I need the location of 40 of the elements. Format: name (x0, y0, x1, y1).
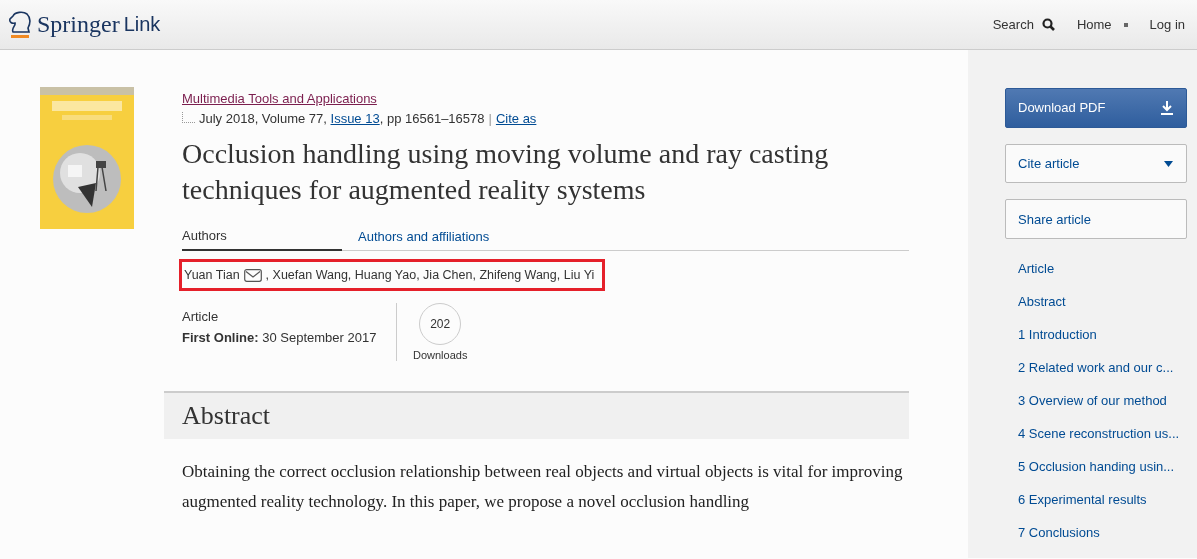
download-icon (1161, 100, 1173, 116)
nav-link[interactable]: Home (1076, 17, 1112, 32)
share-button[interactable]: Share article (1005, 199, 1187, 239)
dropdown-button[interactable]: Cite article (1005, 143, 1187, 184)
toc-link[interactable]: 3 Overview of our method (1018, 393, 1167, 408)
issue-link[interactable]: Issue 13 (330, 111, 380, 126)
nav-separator (1123, 22, 1128, 27)
toc-link[interactable]: 6 Experimental results (1018, 492, 1147, 507)
download-pdf-button[interactable]: Download PDF (1005, 88, 1187, 128)
toc-link[interactable]: 4 Scene reconstruction us... (1018, 426, 1180, 441)
journal-link[interactable]: Multimedia Tools and Applications (182, 91, 377, 106)
separator: | (488, 111, 492, 126)
article-title: Occlusion handling using moving volume and ray casting techniques for augmented reality systems (182, 137, 830, 207)
abstract-text: Obtaining the correct occlusion relationship between real objects and virtual objects is vital for improving augmented reality technology. In this paper, we propose a novel occlusion handling (182, 461, 904, 513)
cite-as-link[interactable]: Cite as (495, 111, 537, 126)
toc-link[interactable]: 1 Introduction (1018, 327, 1097, 342)
toc-link[interactable]: Abstract (1018, 294, 1066, 309)
search-icon (1041, 18, 1055, 31)
author-link[interactable]: Yuan Tian (184, 268, 240, 282)
author-list: , Xuefan Wang, Huang Yao, Jia Chen, Zhifeng Wang, Liu Yi (265, 268, 595, 282)
tab[interactable]: Authors and affiliations (358, 228, 518, 250)
first-online-date: 30 September 2017 (262, 330, 377, 345)
issue-details: July 2018, Volume 77, (199, 111, 328, 126)
search-link[interactable]: Search (992, 17, 1055, 32)
toc-link[interactable]: 7 Conclusions (1018, 525, 1100, 540)
nav-link[interactable]: Log in (1149, 17, 1185, 32)
first-online-label: First Online: (182, 330, 259, 345)
tree-connector-icon (182, 112, 195, 123)
email-icon[interactable] (243, 268, 262, 282)
article-type: Article (182, 309, 220, 324)
tab[interactable]: Authors (182, 228, 342, 251)
toc-link[interactable]: Article (1018, 261, 1055, 276)
toc-link[interactable]: 2 Related work and our c... (1018, 360, 1174, 375)
logo-text: Springer (37, 11, 120, 38)
section-heading: Abstract (182, 401, 272, 431)
toc-link[interactable]: 5 Occlusion handing usin... (1018, 459, 1175, 474)
page-range: , pp 16561–16578 (379, 111, 485, 126)
horse-logo-icon (7, 9, 33, 40)
downloads-label: Downloads (413, 349, 468, 361)
caret-icon (1164, 160, 1173, 167)
